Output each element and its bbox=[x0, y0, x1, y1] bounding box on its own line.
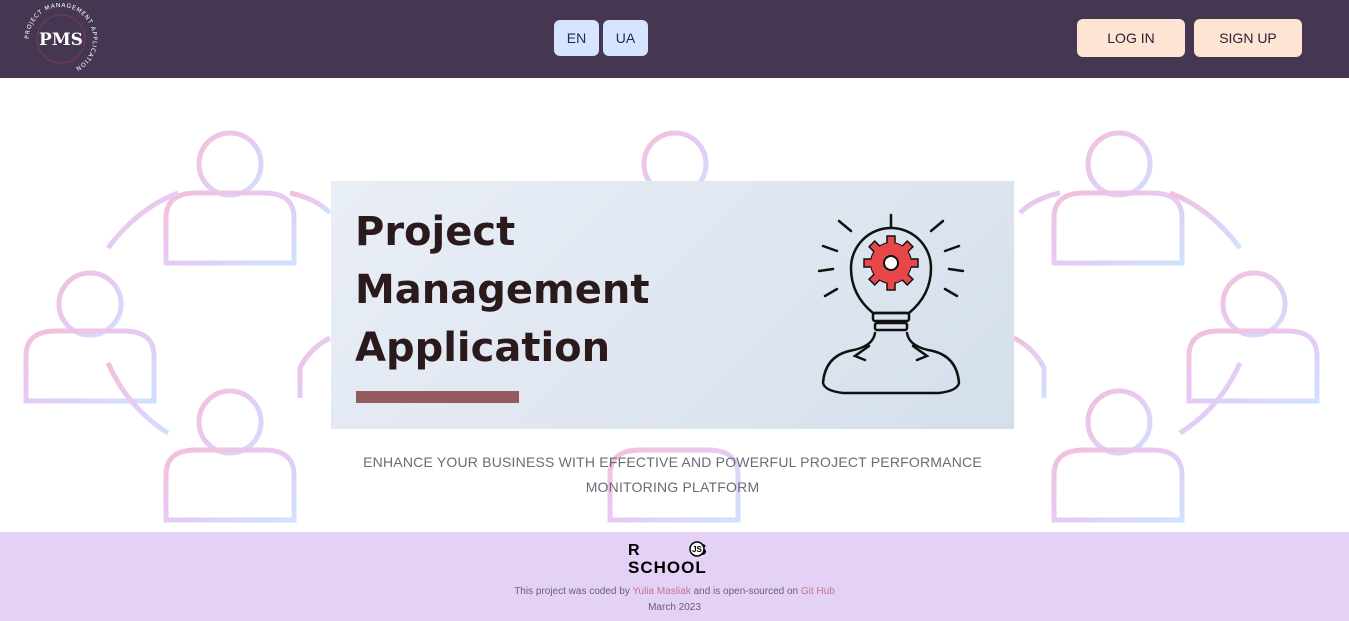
lang-en-button[interactable]: EN bbox=[554, 20, 599, 56]
svg-text:JS: JS bbox=[692, 545, 702, 554]
footer-date: March 2023 bbox=[648, 602, 701, 613]
credits-prefix: This project was coded by bbox=[514, 586, 630, 597]
hero-title-line: Application bbox=[355, 325, 611, 371]
hero-title-line: Management bbox=[355, 267, 650, 313]
signup-button[interactable]: SIGN UP bbox=[1194, 19, 1302, 57]
language-switcher: EN UA bbox=[554, 20, 648, 56]
svg-text:SCHOOL: SCHOOL bbox=[628, 558, 707, 576]
app-header: PROJECT MANAGEMENT APPLICATION PMS EN UA… bbox=[0, 0, 1349, 78]
hero-tagline: ENHANCE YOUR BUSINESS WITH EFFECTIVE AND… bbox=[363, 454, 982, 495]
hero-title: Project Management Application bbox=[355, 203, 649, 377]
hero-accent-bar bbox=[356, 391, 519, 403]
page-footer: R S JS SCHOOL This project was coded by … bbox=[0, 532, 1349, 621]
login-button[interactable]: LOG IN bbox=[1077, 19, 1185, 57]
github-link[interactable]: Git Hub bbox=[801, 586, 835, 597]
pms-logo[interactable]: PROJECT MANAGEMENT APPLICATION PMS bbox=[22, 3, 100, 75]
logo-text: PMS bbox=[39, 30, 83, 50]
footer-credits: This project was coded by Yulia Masliak … bbox=[0, 584, 1349, 616]
svg-text:R S: R S bbox=[628, 542, 722, 559]
lang-ua-button[interactable]: UA bbox=[603, 20, 648, 56]
hero-title-line: Project bbox=[355, 209, 516, 255]
lightbulb-gear-icon bbox=[817, 213, 965, 395]
author-link[interactable]: Yulia Masliak bbox=[632, 586, 690, 597]
credits-middle: and is open-sourced on bbox=[693, 586, 799, 597]
rs-school-logo[interactable]: R S JS SCHOOL bbox=[626, 540, 722, 576]
hero-banner: Project Management Application bbox=[331, 181, 1014, 429]
